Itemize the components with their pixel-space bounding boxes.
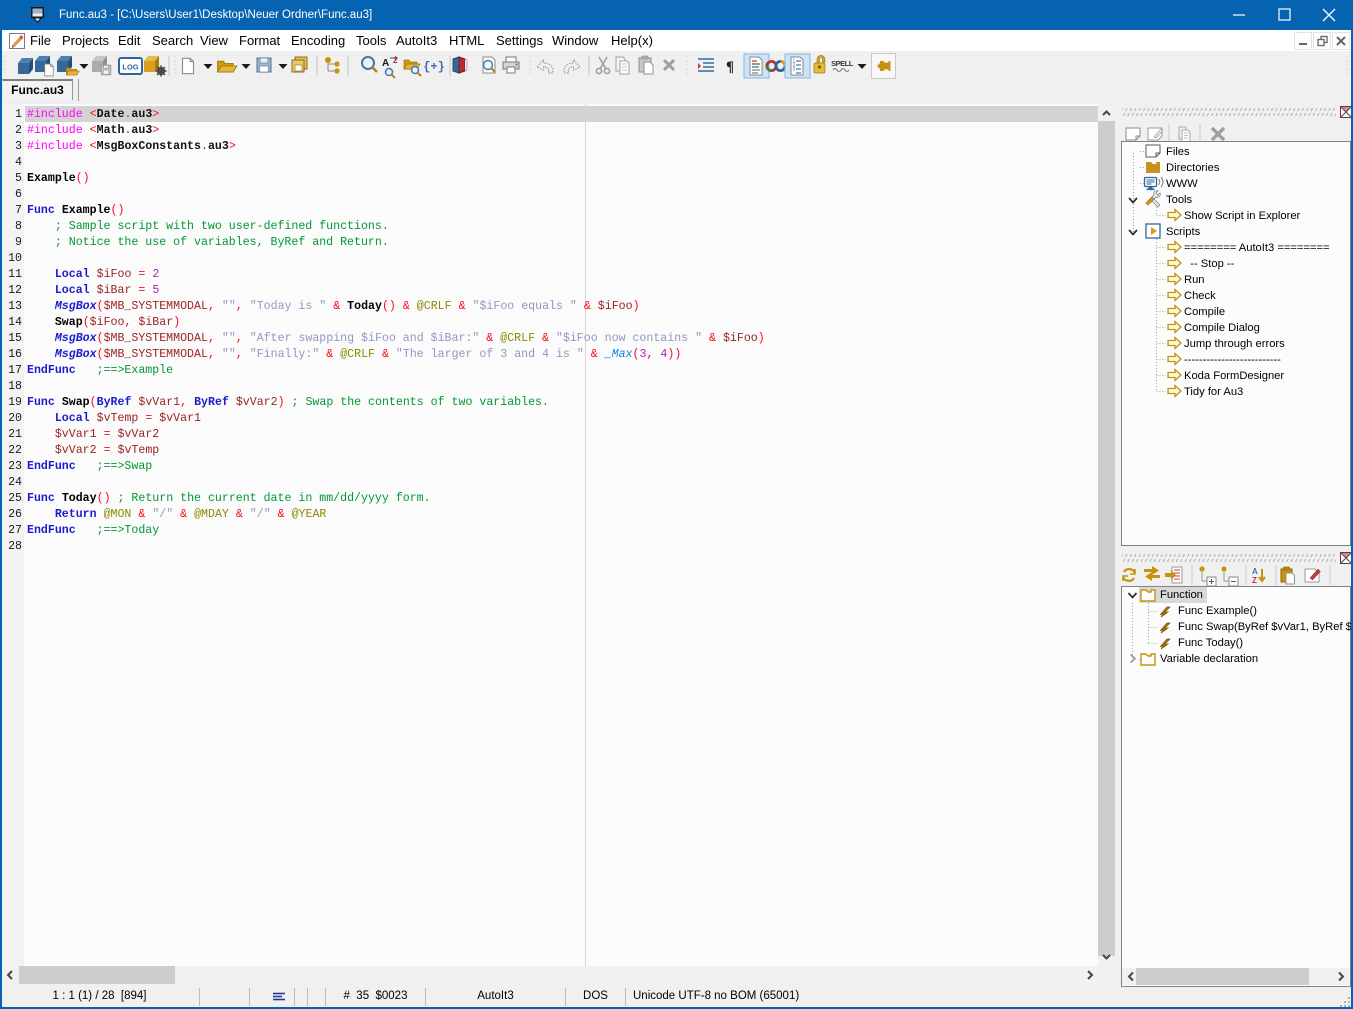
- svg-text:LOG: LOG: [122, 63, 138, 72]
- svg-text:3: 3: [793, 67, 796, 73]
- svg-text:Z: Z: [1252, 576, 1257, 585]
- svg-text:2: 2: [393, 56, 398, 65]
- svg-text:SPELL: SPELL: [831, 59, 854, 68]
- svg-text:A: A: [382, 58, 389, 69]
- svg-text:¶: ¶: [726, 59, 734, 75]
- svg-text:{+}: {+}: [423, 60, 445, 74]
- svg-text:A: A: [1252, 567, 1258, 576]
